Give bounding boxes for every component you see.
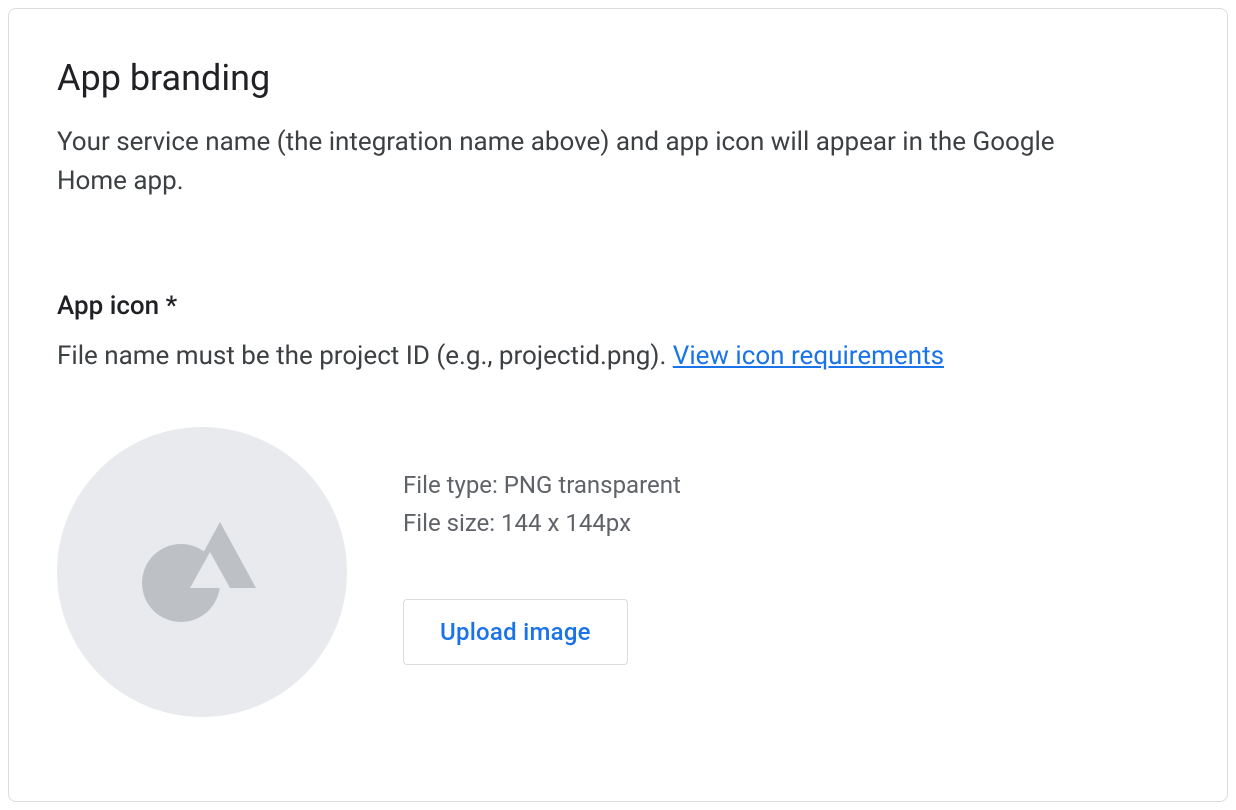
file-type-spec: File type: PNG transparent (403, 467, 681, 503)
upload-image-button[interactable]: Upload image (403, 599, 628, 665)
app-branding-card: App branding Your service name (the inte… (8, 8, 1228, 802)
app-icon-field: App icon * File name must be the project… (57, 291, 1179, 717)
image-placeholder-icon (132, 522, 272, 622)
app-icon-placeholder (57, 427, 347, 717)
app-icon-hint: File name must be the project ID (e.g., … (57, 341, 1179, 371)
app-icon-hint-text: File name must be the project ID (e.g., … (57, 341, 673, 371)
upload-details: File type: PNG transparent File size: 14… (403, 427, 681, 665)
upload-row: File type: PNG transparent File size: 14… (57, 427, 1179, 717)
app-icon-label: App icon * (57, 291, 1179, 321)
section-title: App branding (57, 57, 1179, 99)
section-description: Your service name (the integration name … (57, 123, 1107, 201)
view-icon-requirements-link[interactable]: View icon requirements (673, 341, 944, 371)
file-size-spec: File size: 144 x 144px (403, 505, 681, 541)
